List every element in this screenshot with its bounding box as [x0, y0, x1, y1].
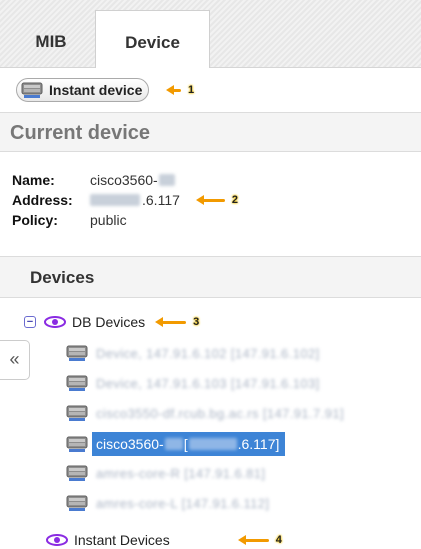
tree-item-device[interactable]: Device, 147.91.6.103 [147.91.6.103]	[66, 374, 320, 392]
tree-item-device[interactable]: cisco3550-df.rcub.bg.ac.rs [147.91.7.91]	[66, 404, 344, 422]
device-label: amres-core-L [147.91.6.112]	[96, 495, 270, 511]
tree-item-device[interactable]: Device, 147.91.6.102 [147.91.6.102]	[66, 344, 320, 362]
name-value: cisco3560-	[90, 172, 175, 188]
instant-device-label: Instant device	[49, 82, 143, 98]
instant-devices-label: Instant Devices	[74, 532, 170, 548]
tree-item-device[interactable]: amres-core-L [147.91.6.112]	[66, 494, 269, 512]
current-device-properties: Name: cisco3560- Address: .6.117 2 Polic…	[12, 170, 238, 230]
redacted-text	[188, 438, 237, 450]
tree-item-device[interactable]: amres-core-R [147.91.6.81]	[66, 464, 265, 482]
server-icon	[66, 436, 88, 452]
server-icon	[21, 82, 43, 98]
annotation-marker-4: 4	[275, 534, 282, 546]
device-label: cisco3550-df.rcub.bg.ac.rs [147.91.7.91]	[96, 405, 344, 421]
db-devices-label: DB Devices	[72, 314, 146, 330]
tab-device[interactable]: Device	[95, 10, 210, 69]
annotation-arrow-1: 1	[166, 84, 194, 96]
name-value-text: cisco3560-	[90, 172, 158, 188]
tab-mib[interactable]: MIB	[10, 10, 92, 68]
tree-group-instant-devices[interactable]: Instant Devices 4	[46, 532, 282, 548]
current-device-title: Current device	[10, 122, 151, 144]
current-device-header: Current device	[0, 112, 421, 152]
annotation-arrow-3: 3	[155, 316, 199, 328]
annotation-marker-2: 2	[231, 194, 239, 206]
server-icon	[66, 465, 88, 481]
redacted-text	[90, 194, 140, 206]
prop-name-row: Name: cisco3560-	[12, 170, 238, 190]
tree-item-device-selected[interactable]: cisco3560- [ .6.117]	[66, 432, 286, 456]
annotation-arrow-4: 4	[237, 534, 282, 546]
policy-label: Policy:	[12, 212, 58, 228]
selected-label-suffix: .6.117]	[237, 436, 280, 452]
eye-icon	[44, 316, 66, 328]
devices-header: Devices	[0, 256, 421, 298]
annotation-marker-1: 1	[188, 84, 195, 96]
device-label: amres-core-R [147.91.6.81]	[96, 465, 266, 481]
server-icon	[66, 375, 88, 391]
server-icon	[66, 405, 88, 421]
device-label: Device, 147.91.6.103 [147.91.6.103]	[96, 375, 320, 391]
tab-strip: MIB Device	[0, 0, 421, 69]
annotation-marker-3: 3	[193, 316, 200, 328]
device-tree: « − DB Devices 3 Device, 147.91.6.102 [1…	[0, 298, 421, 549]
collapse-toggle-icon[interactable]: −	[24, 316, 36, 328]
selected-label-prefix: cisco3560-	[96, 436, 164, 452]
address-value: .6.117	[90, 192, 180, 208]
tree-group-db-devices[interactable]: − DB Devices 3	[24, 314, 199, 330]
redacted-text	[164, 438, 183, 450]
toolbar: Instant device 1	[0, 68, 421, 112]
server-icon	[66, 495, 88, 511]
name-label: Name:	[12, 172, 55, 188]
policy-value: public	[90, 212, 127, 228]
instant-device-button[interactable]: Instant device	[16, 78, 150, 102]
collapse-panel-button[interactable]: «	[0, 340, 30, 380]
eye-icon	[46, 534, 68, 546]
device-label: Device, 147.91.6.102 [147.91.6.102]	[96, 345, 320, 361]
prop-policy-row: Policy: public	[12, 210, 238, 230]
redacted-text	[158, 174, 175, 186]
prop-address-row: Address: .6.117 2	[12, 190, 238, 210]
selected-device-label: cisco3560- [ .6.117]	[92, 432, 286, 456]
selected-label-mid: [	[183, 436, 188, 452]
annotation-arrow-2: 2	[195, 194, 239, 206]
address-label: Address:	[12, 192, 73, 208]
server-icon	[66, 345, 88, 361]
devices-title: Devices	[30, 268, 95, 287]
address-value-text: .6.117	[142, 192, 180, 208]
